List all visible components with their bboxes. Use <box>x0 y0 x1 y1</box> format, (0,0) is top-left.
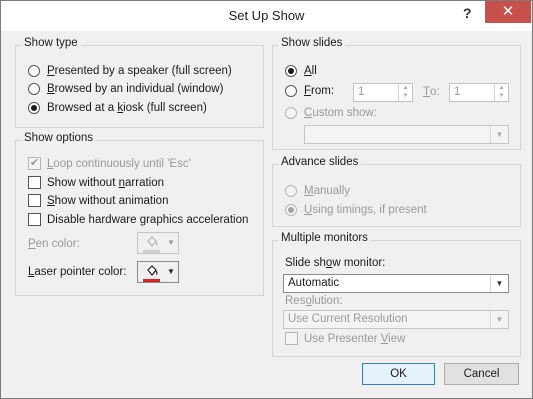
all-slides-label: All <box>304 65 317 77</box>
spin-up-icon[interactable]: ▲ <box>399 84 412 92</box>
paint-bucket-icon <box>147 236 158 247</box>
laser-color-swatch <box>143 279 160 282</box>
radio-indicator <box>28 83 40 95</box>
checkbox-box <box>28 176 41 189</box>
show-without-narration-label: Show without narration <box>47 176 165 189</box>
ok-button[interactable]: OK <box>362 363 435 385</box>
close-button[interactable]: ✕ <box>485 1 531 23</box>
checkmark-icon: ✔ <box>28 157 41 170</box>
advance-slides-title: Advance slides <box>278 156 362 168</box>
pen-color-picker[interactable]: ▼ <box>137 232 179 254</box>
radio-indicator <box>285 65 297 77</box>
loop-continuously-label: Loop continuously until 'Esc' <box>47 157 191 170</box>
title-bar: Set Up Show ? ✕ <box>1 1 532 31</box>
dialog-title: Set Up Show <box>228 8 305 23</box>
spinner-arrows[interactable]: ▲ ▼ <box>494 84 508 101</box>
chevron-down-icon: ▼ <box>167 238 175 247</box>
browsed-at-kiosk-radio[interactable]: Browsed at a kiosk (full screen) <box>28 102 207 114</box>
from-label: From: <box>304 85 335 97</box>
chevron-down-icon: ▼ <box>490 275 508 292</box>
radio-indicator <box>285 107 297 119</box>
from-slide-radio[interactable]: From: <box>285 85 334 97</box>
paint-bucket-icon <box>147 265 158 276</box>
to-label: To: <box>423 86 440 98</box>
browsed-by-individual-radio[interactable]: Browsed by an individual (window) <box>28 83 223 95</box>
resolution-select[interactable]: Use Current Resolution ▼ <box>283 310 509 329</box>
show-type-title: Show type <box>21 37 81 49</box>
from-slide-value: 1 <box>358 86 365 98</box>
laser-pointer-color-picker[interactable]: ▼ <box>137 261 179 283</box>
pen-color-swatch <box>143 250 160 253</box>
chevron-down-icon: ▼ <box>490 126 508 143</box>
presented-by-speaker-label: Presented by a speaker (full screen) <box>47 65 232 77</box>
checkbox-box <box>28 213 41 226</box>
disable-hw-acceleration-checkbox[interactable]: Disable hardware graphics acceleration <box>28 213 248 226</box>
use-presenter-view-label: Use Presenter View <box>304 332 406 345</box>
resolution-value: Use Current Resolution <box>288 313 408 325</box>
spin-up-icon[interactable]: ▲ <box>495 84 508 92</box>
using-timings-radio[interactable]: Using timings, if present <box>285 204 427 216</box>
slide-show-monitor-select[interactable]: Automatic ▼ <box>283 274 509 293</box>
browsed-at-kiosk-label: Browsed at a kiosk (full screen) <box>47 102 207 114</box>
slide-show-monitor-value: Automatic <box>288 277 340 289</box>
spin-down-icon[interactable]: ▼ <box>495 92 508 100</box>
radio-indicator <box>285 204 297 216</box>
radio-indicator <box>285 85 297 97</box>
manually-radio[interactable]: Manually <box>285 185 350 197</box>
show-options-group: Show options ✔ Loop continuously until '… <box>15 132 264 296</box>
from-slide-spinner[interactable]: 1 ▲ ▼ <box>353 83 413 102</box>
disable-hw-acceleration-label: Disable hardware graphics acceleration <box>47 213 249 226</box>
show-slides-group: Show slides All From: 1 ▲ ▼ To: 1 ▲ ▼ Cust… <box>272 37 521 150</box>
to-slide-spinner[interactable]: 1 ▲ ▼ <box>449 83 509 102</box>
radio-indicator <box>28 65 40 77</box>
radio-indicator <box>285 185 297 197</box>
using-timings-label: Using timings, if present <box>304 204 427 216</box>
multiple-monitors-group: Multiple monitors Slide sh o w monitor: Au… <box>272 232 521 357</box>
custom-show-radio[interactable]: Custom show: <box>285 107 377 119</box>
set-up-show-dialog: Set Up Show ? ✕ Show type Presented by a… <box>0 0 533 399</box>
advance-slides-group: Advance slides Manually Using timings, i… <box>272 156 521 227</box>
show-without-narration-checkbox[interactable]: Show without narration <box>28 176 164 189</box>
use-presenter-view-checkbox[interactable]: Use Presenter View <box>285 332 405 345</box>
show-options-title: Show options <box>21 132 97 144</box>
spinner-arrows[interactable]: ▲ ▼ <box>398 84 412 101</box>
show-type-group: Show type Presented by a speaker (full s… <box>15 37 264 128</box>
radio-indicator <box>28 102 40 114</box>
multiple-monitors-title: Multiple monitors <box>278 232 371 244</box>
custom-show-select[interactable]: ▼ <box>304 125 509 144</box>
resolution-label: Res o lution: <box>285 295 343 307</box>
presented-by-speaker-radio[interactable]: Presented by a speaker (full screen) <box>28 65 232 77</box>
checkbox-box <box>28 194 41 207</box>
show-without-animation-checkbox[interactable]: Show without animation <box>28 194 168 207</box>
manually-label: Manually <box>304 185 351 197</box>
checkbox-box <box>285 332 298 345</box>
spin-down-icon[interactable]: ▼ <box>399 92 412 100</box>
chevron-down-icon: ▼ <box>490 311 508 328</box>
all-slides-radio[interactable]: All <box>285 65 317 77</box>
custom-show-label: Custom show: <box>304 107 377 119</box>
slide-show-monitor-label: Slide sh o w monitor: <box>285 257 386 269</box>
browsed-by-individual-label: Browsed by an individual (window) <box>47 83 224 95</box>
loop-continuously-checkbox[interactable]: ✔ Loop continuously until 'Esc' <box>28 157 191 170</box>
show-without-animation-label: Show without animation <box>47 194 169 207</box>
cancel-button[interactable]: Cancel <box>444 363 519 385</box>
to-slide-value: 1 <box>454 86 461 98</box>
pen-color-label: Pen color: <box>28 238 80 250</box>
help-button[interactable]: ? <box>463 5 472 21</box>
laser-pointer-color-label: Laser pointer color: <box>28 266 127 278</box>
chevron-down-icon: ▼ <box>167 267 175 276</box>
show-slides-title: Show slides <box>278 37 346 49</box>
